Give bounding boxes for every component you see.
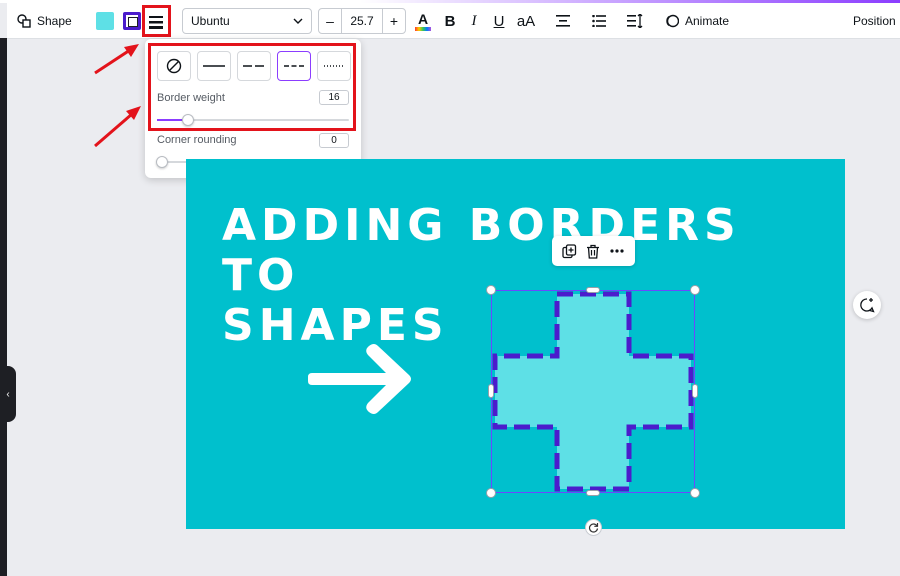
font-family-select[interactable]: Ubuntu bbox=[182, 8, 312, 34]
position-button[interactable]: Position bbox=[853, 9, 896, 33]
corner-rounding-label: Corner rounding bbox=[157, 134, 237, 146]
collapse-panel-button[interactable]: ‹ bbox=[0, 366, 16, 422]
underline-button[interactable]: U bbox=[489, 11, 509, 31]
text-color-bar bbox=[415, 26, 431, 31]
rotate-icon bbox=[589, 523, 599, 533]
italic-button[interactable]: I bbox=[464, 11, 484, 31]
resize-handle-top-right[interactable] bbox=[690, 285, 700, 295]
border-color-swatch[interactable] bbox=[123, 12, 141, 30]
resize-handle-bottom-right[interactable] bbox=[690, 488, 700, 498]
list-button[interactable] bbox=[589, 11, 609, 31]
annotation-arrow-lower bbox=[94, 106, 141, 148]
text-color-button[interactable]: A bbox=[413, 8, 433, 34]
resize-handle-top[interactable] bbox=[586, 287, 600, 293]
annotation-arrow-upper bbox=[94, 44, 139, 75]
animate-icon bbox=[666, 14, 679, 28]
align-center-button[interactable] bbox=[553, 11, 573, 31]
add-comment-button[interactable] bbox=[853, 291, 881, 319]
resize-handle-bottom-left[interactable] bbox=[486, 488, 496, 498]
letter-case-button[interactable]: aA bbox=[513, 11, 539, 31]
more-options-button[interactable] bbox=[607, 241, 627, 261]
shape-icon bbox=[17, 14, 31, 28]
left-panel-edge bbox=[0, 38, 7, 576]
spacing-button[interactable] bbox=[625, 11, 645, 31]
animate-button[interactable]: Animate bbox=[665, 9, 729, 33]
corner-rounding-input[interactable]: 0 bbox=[319, 133, 349, 148]
font-size-stepper: – 25.7 + bbox=[318, 8, 406, 34]
increase-font-size-button[interactable]: + bbox=[383, 13, 405, 29]
font-size-input[interactable]: 25.7 bbox=[341, 9, 383, 33]
line-spacing-icon bbox=[627, 14, 643, 28]
annotation-highlight-button bbox=[142, 5, 171, 37]
chevron-down-icon bbox=[293, 18, 303, 24]
add-comment-icon bbox=[860, 298, 875, 313]
element-context-toolbar bbox=[552, 236, 635, 266]
annotation-highlight-panel bbox=[148, 43, 356, 131]
more-icon bbox=[610, 249, 624, 253]
text-color-icon: A bbox=[417, 10, 429, 27]
resize-handle-left[interactable] bbox=[488, 384, 494, 398]
resize-handle-bottom[interactable] bbox=[586, 490, 600, 496]
bold-button[interactable]: B bbox=[440, 11, 460, 31]
resize-handle-top-left[interactable] bbox=[486, 285, 496, 295]
fill-color-swatch[interactable] bbox=[96, 12, 114, 30]
trash-icon bbox=[587, 244, 600, 259]
align-center-icon bbox=[556, 15, 570, 27]
decrease-font-size-button[interactable]: – bbox=[319, 13, 341, 29]
editor-toolbar: Shape Ubuntu – 25.7 + A B I U aA Animate… bbox=[7, 3, 900, 39]
bullet-list-icon bbox=[592, 15, 606, 27]
duplicate-button[interactable] bbox=[560, 241, 580, 261]
arrow-right-graphic[interactable] bbox=[306, 342, 416, 416]
selection-box bbox=[491, 290, 695, 493]
resize-handle-right[interactable] bbox=[692, 384, 698, 398]
animate-label: Animate bbox=[685, 14, 730, 28]
shape-label: Shape bbox=[37, 14, 72, 28]
shape-menu[interactable]: Shape bbox=[17, 9, 72, 33]
font-name: Ubuntu bbox=[191, 14, 230, 28]
chevron-left-icon: ‹ bbox=[6, 388, 10, 400]
delete-button[interactable] bbox=[583, 241, 603, 261]
headline-line-1: ADDING BORDERS TO bbox=[222, 200, 741, 301]
corner-rounding-slider-thumb[interactable] bbox=[156, 156, 168, 168]
duplicate-icon bbox=[562, 243, 577, 258]
rotate-handle[interactable] bbox=[585, 519, 602, 536]
